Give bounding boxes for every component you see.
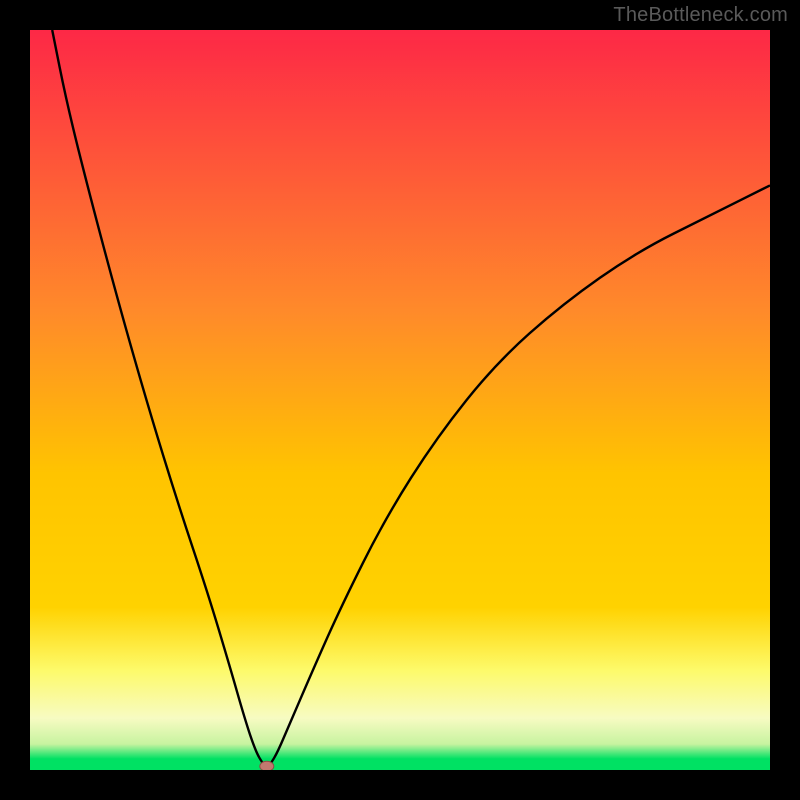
watermark-label: TheBottleneck.com bbox=[613, 4, 788, 27]
chart-frame: TheBottleneck.com bbox=[0, 0, 800, 800]
plot-area bbox=[30, 30, 770, 770]
gradient-background bbox=[30, 30, 770, 770]
optimal-point-marker bbox=[260, 761, 274, 770]
bottleneck-chart bbox=[30, 30, 770, 770]
